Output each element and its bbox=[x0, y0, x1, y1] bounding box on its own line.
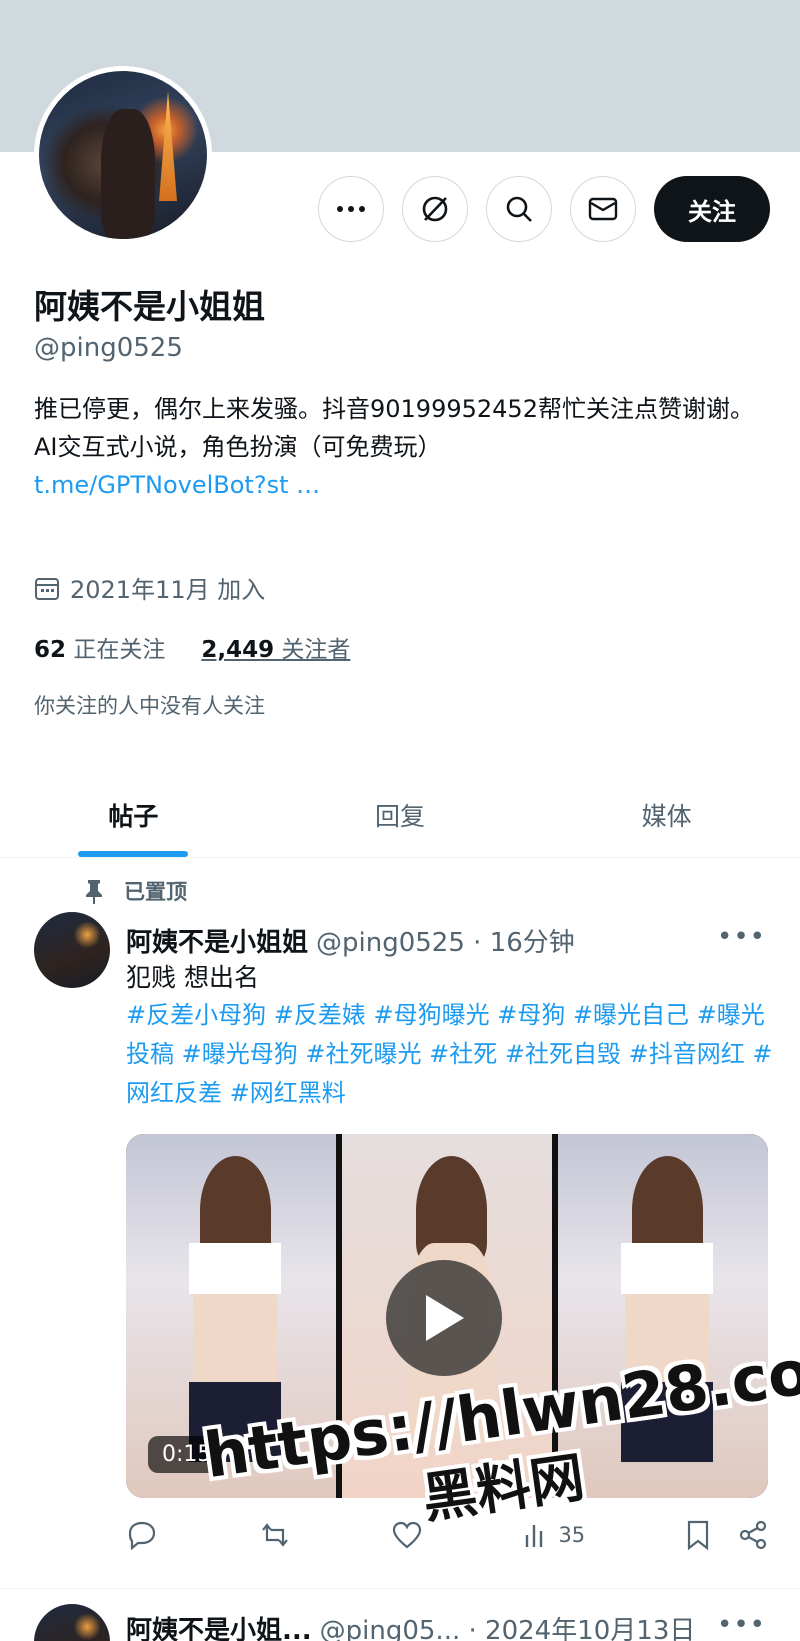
display-name: 阿姨不是小姐姐 bbox=[34, 287, 265, 326]
post-divider bbox=[0, 1588, 800, 1589]
pinned-indicator: 已置顶 bbox=[84, 876, 187, 906]
post-author-name[interactable]: 阿姨不是小姐姐 bbox=[126, 922, 308, 959]
post-hashtags[interactable]: #反差小母狗 #反差婊 #母狗曝光 #母狗 #曝光自己 #曝光投稿 #曝光母狗 … bbox=[126, 996, 776, 1113]
post-text: 犯贱 想出名 bbox=[126, 963, 259, 992]
tab-media[interactable]: 媒体 bbox=[533, 772, 800, 857]
like-count: 35 bbox=[558, 1523, 586, 1547]
following-label: 正在关注 bbox=[73, 637, 166, 663]
reply-icon bbox=[128, 1521, 156, 1550]
second-post-more-button[interactable]: ••• bbox=[717, 1610, 766, 1640]
post-secondary-actions bbox=[686, 1520, 768, 1550]
play-button[interactable] bbox=[386, 1260, 502, 1376]
follow-button[interactable]: 关注 bbox=[654, 176, 770, 242]
calendar-icon bbox=[35, 577, 59, 600]
post-avatar[interactable] bbox=[34, 912, 110, 988]
search-button[interactable] bbox=[486, 176, 552, 242]
mutuals-note: 你关注的人中没有人关注 bbox=[34, 694, 265, 718]
play-icon bbox=[426, 1295, 464, 1341]
more-icon bbox=[337, 206, 365, 212]
followers-count: 2,449 bbox=[201, 637, 275, 663]
tab-replies[interactable]: 回复 bbox=[267, 772, 534, 857]
profile-avatar[interactable] bbox=[34, 66, 212, 244]
grok-icon bbox=[422, 196, 448, 222]
post-more-button[interactable]: ••• bbox=[717, 922, 766, 952]
views-icon bbox=[526, 1525, 543, 1547]
profile-action-row: 关注 bbox=[318, 176, 770, 242]
second-post-header: 阿姨不是小姐... @ping05... · 2024年10月13日 bbox=[126, 1610, 695, 1641]
follow-stats: 62 正在关注 2,449 关注者 bbox=[34, 630, 350, 664]
share-icon[interactable] bbox=[738, 1520, 768, 1550]
bio-line-1: 推已停更，偶尔上来发骚。抖音90199952452帮忙关注点赞谢谢。 bbox=[34, 395, 754, 423]
more-button[interactable] bbox=[318, 176, 384, 242]
views-button[interactable]: 35 bbox=[522, 1521, 585, 1549]
message-button[interactable] bbox=[570, 176, 636, 242]
profile-handle: @ping0525 bbox=[34, 333, 183, 363]
following-link[interactable]: 62 正在关注 bbox=[34, 630, 165, 664]
mail-icon bbox=[588, 197, 618, 221]
profile-tabs: 帖子 回复 媒体 bbox=[0, 772, 800, 858]
followers-label: 关注者 bbox=[281, 637, 351, 663]
join-date: 2021年11月 加入 bbox=[34, 570, 265, 605]
post-header: 阿姨不是小姐姐 @ping0525 · 16分钟 bbox=[126, 922, 575, 959]
second-post-author[interactable]: 阿姨不是小姐... bbox=[126, 1610, 312, 1641]
followers-link[interactable]: 2,449 关注者 bbox=[201, 630, 350, 664]
grok-button[interactable] bbox=[402, 176, 468, 242]
profile-bio: 推已停更，偶尔上来发骚。抖音90199952452帮忙关注点赞谢谢。 AI交互式… bbox=[34, 390, 774, 504]
tab-posts[interactable]: 帖子 bbox=[0, 772, 267, 857]
pin-icon bbox=[86, 880, 102, 904]
bookmark-icon[interactable] bbox=[686, 1520, 710, 1550]
reply-button[interactable] bbox=[126, 1520, 158, 1550]
join-date-text: 2021年11月 加入 bbox=[70, 576, 266, 604]
post-handle-time: @ping0525 · 16分钟 bbox=[316, 928, 575, 958]
bio-link[interactable]: t.me/GPTNovelBot?st … bbox=[34, 466, 774, 504]
second-post-handle-time: @ping05... · 2024年10月13日 bbox=[319, 1616, 696, 1641]
second-post-avatar[interactable] bbox=[34, 1604, 110, 1641]
search-icon bbox=[506, 196, 532, 222]
pinned-label: 已置顶 bbox=[124, 880, 187, 904]
bio-line-2: AI交互式小说，角色扮演（可免费玩） bbox=[34, 433, 442, 461]
following-count: 62 bbox=[34, 637, 67, 663]
